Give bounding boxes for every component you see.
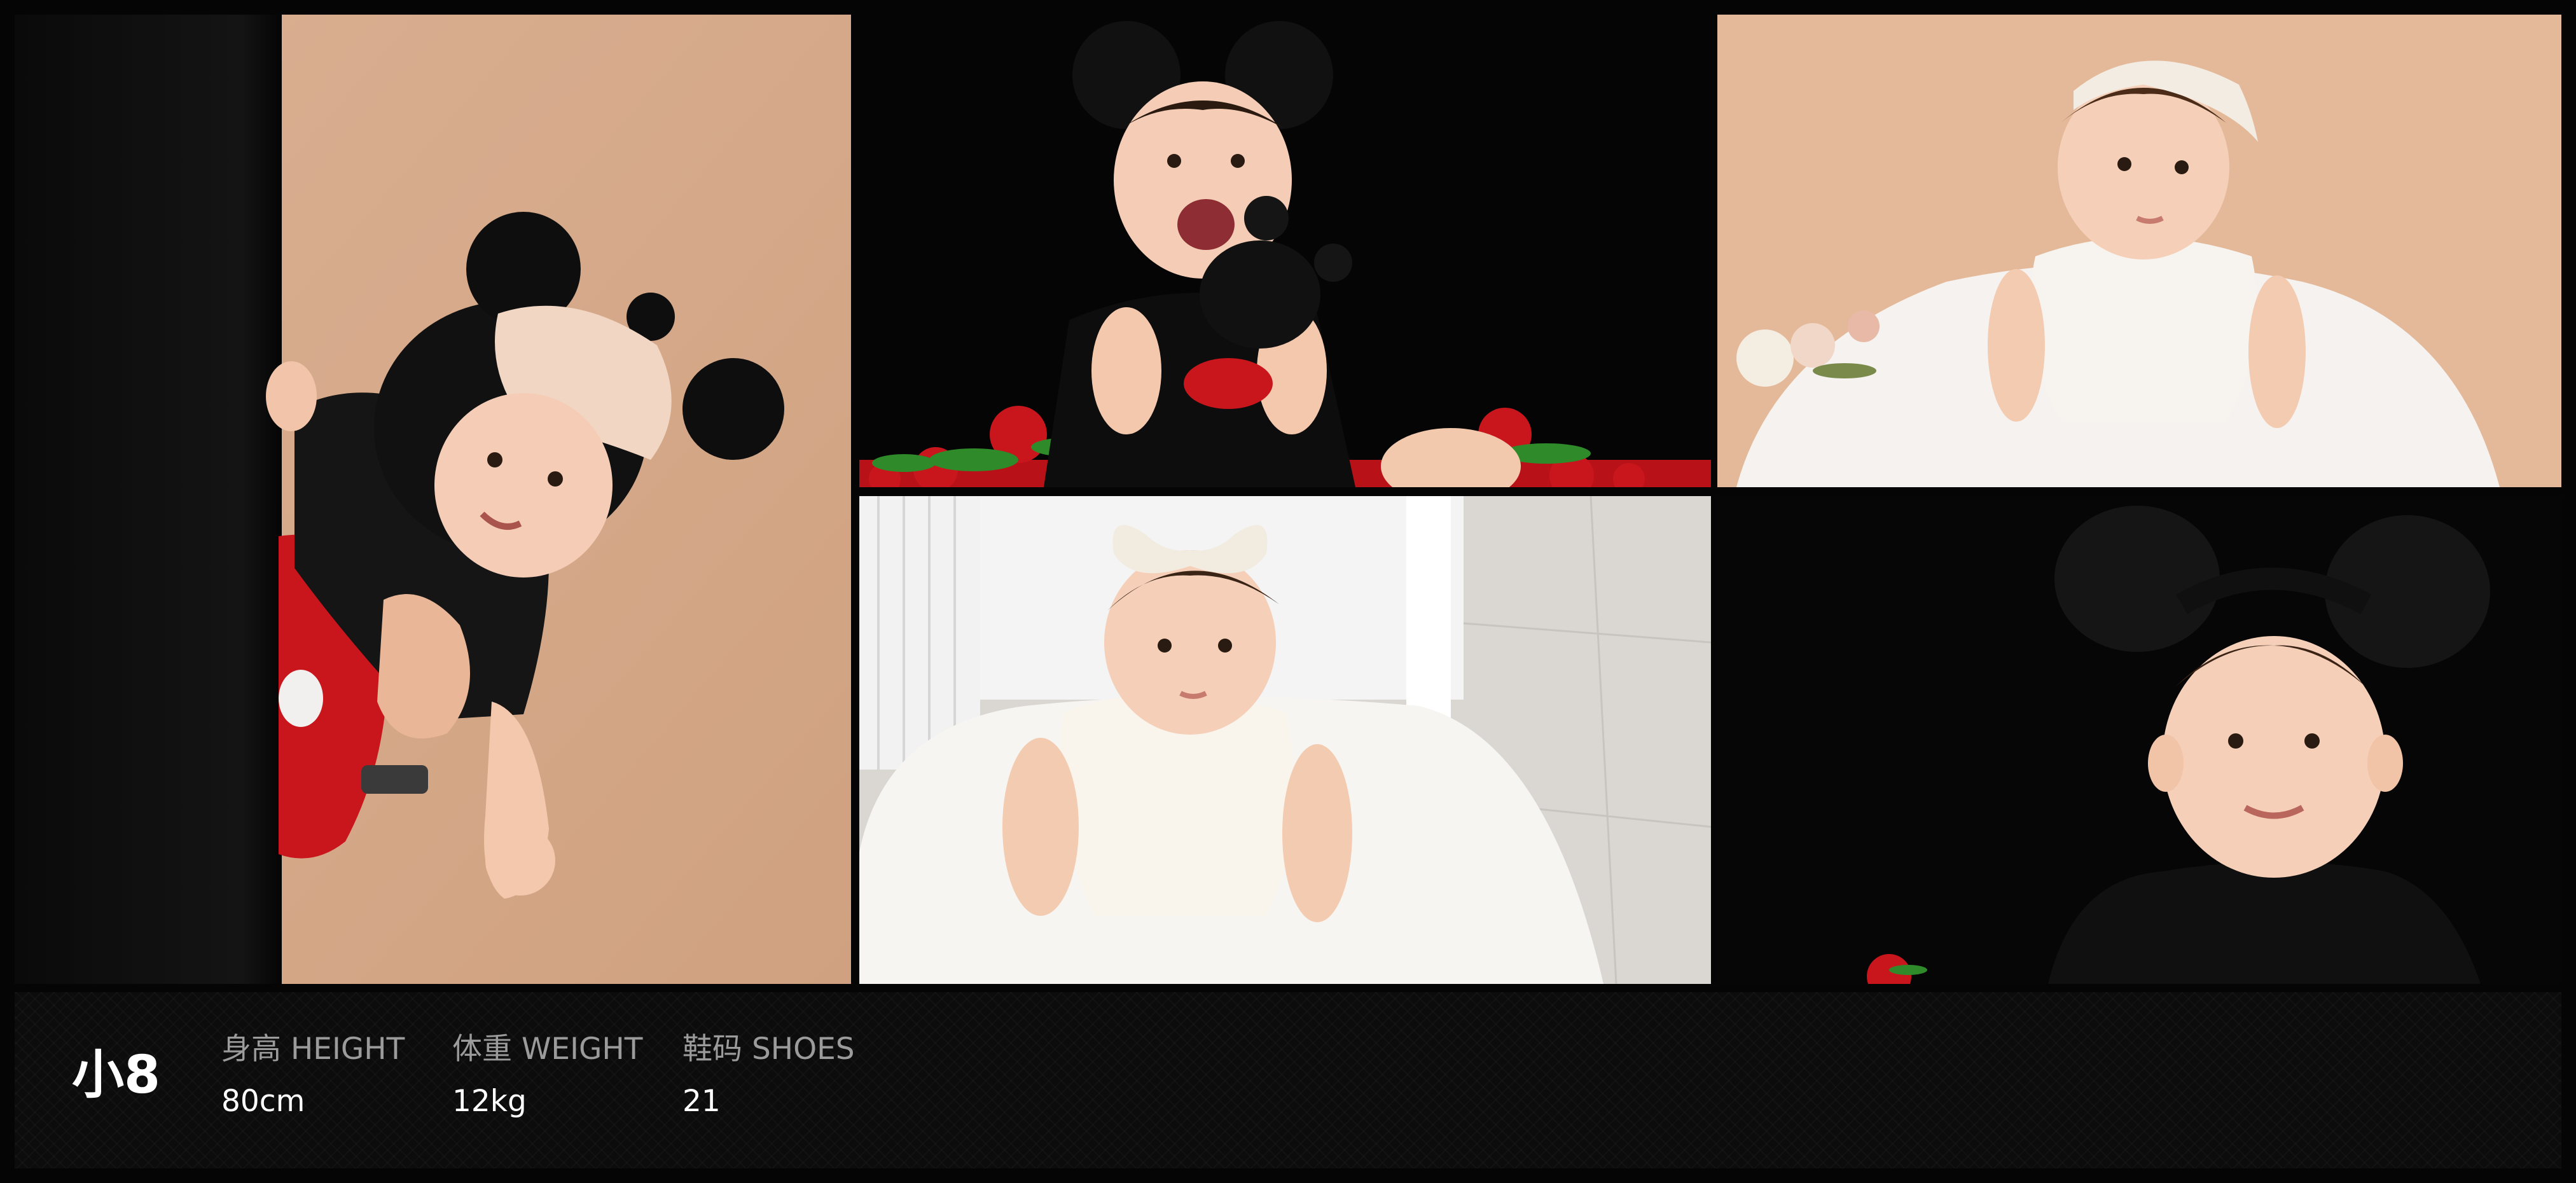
- photo-image: [15, 15, 851, 984]
- photo-white-dress-lace-bow[interactable]: [859, 496, 1711, 984]
- stat-height: 身高 HEIGHT 80cm: [221, 1034, 405, 1116]
- photo-white-dress-headband[interactable]: [1717, 15, 2561, 487]
- weight-label: 体重 WEIGHT: [452, 1032, 643, 1067]
- photo-image: [1717, 15, 2561, 487]
- height-value: 80cm: [221, 1084, 305, 1119]
- photo-image: [859, 15, 1711, 487]
- photo-image: [859, 496, 1711, 984]
- photo-mickey-hood-peek[interactable]: [15, 15, 851, 984]
- photo-laughing-baby-mickey-ears[interactable]: [859, 15, 1711, 487]
- height-label: 身高 HEIGHT: [221, 1032, 405, 1067]
- photo-image: [1717, 496, 2561, 984]
- shoes-label: 鞋码 SHOES: [682, 1032, 855, 1067]
- stat-weight: 体重 WEIGHT 12kg: [452, 1034, 642, 1116]
- model-name: 小8: [72, 1045, 161, 1105]
- photo-smiling-baby-mickey-ears[interactable]: [1717, 496, 2561, 984]
- model-info-bar: 小8 身高 HEIGHT 80cm 体重 WEIGHT 12kg 鞋码 SHOE…: [15, 992, 2561, 1168]
- weight-value: 12kg: [452, 1084, 527, 1119]
- stat-shoes: 鞋码 SHOES 21: [682, 1034, 855, 1116]
- shoes-value: 21: [682, 1084, 721, 1119]
